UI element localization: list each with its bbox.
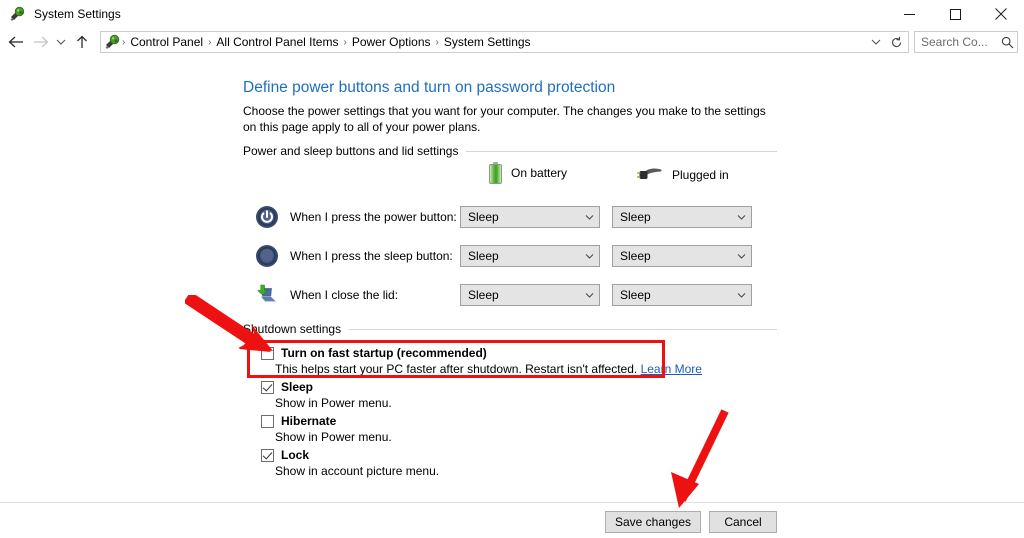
- setting-row-sleep-button: When I press the sleep button: Sleep Sle…: [255, 241, 752, 271]
- checkbox-label: Sleep: [281, 380, 314, 394]
- maximize-button[interactable]: [932, 0, 978, 28]
- chevron-down-icon: [731, 292, 751, 299]
- group-label: Power and sleep buttons and lid settings: [243, 144, 459, 158]
- lock-checkbox[interactable]: [261, 449, 274, 462]
- back-arrow-icon[interactable]: [4, 30, 28, 54]
- window-title-bar: System Settings: [0, 0, 1024, 28]
- dropdown-value: Sleep: [468, 249, 499, 263]
- address-dropdown-icon[interactable]: [866, 32, 886, 52]
- sleep-button-plugged-in-dropdown[interactable]: Sleep: [612, 245, 752, 267]
- checkbox-row-lock[interactable]: Lock: [261, 448, 309, 462]
- group-label: Shutdown settings: [243, 322, 342, 336]
- setting-label: When I close the lid:: [290, 288, 399, 302]
- fast-startup-description: This helps start your PC faster after sh…: [275, 362, 702, 376]
- group-header-power-sleep-lid: Power and sleep buttons and lid settings: [243, 144, 777, 158]
- setting-label: When I press the power button:: [290, 210, 457, 224]
- chevron-down-icon: [731, 214, 751, 221]
- address-bar[interactable]: › Control Panel › All Control Panel Item…: [100, 31, 909, 53]
- dropdown-value: Sleep: [620, 288, 651, 302]
- dropdown-value: Sleep: [468, 288, 499, 302]
- dropdown-value: Sleep: [620, 210, 651, 224]
- description-text: This helps start your PC faster after sh…: [275, 362, 638, 376]
- search-icon[interactable]: [997, 36, 1017, 49]
- sleep-description: Show in Power menu.: [275, 396, 392, 410]
- close-button[interactable]: [978, 0, 1024, 28]
- group-header-shutdown-settings: Shutdown settings: [243, 322, 777, 336]
- column-label: Plugged in: [672, 168, 729, 182]
- window-title: System Settings: [34, 7, 121, 21]
- recent-locations-chevron-icon[interactable]: [52, 30, 70, 54]
- breadcrumb-item-control-panel[interactable]: Control Panel: [125, 35, 208, 49]
- close-lid-icon: [255, 283, 279, 307]
- column-header-on-battery: On battery: [489, 162, 567, 184]
- page-title: Define power buttons and turn on passwor…: [243, 79, 616, 96]
- battery-icon: [489, 162, 502, 184]
- power-button-on-battery-dropdown[interactable]: Sleep: [460, 206, 600, 228]
- chevron-down-icon: [579, 292, 599, 299]
- checkbox-row-fast-startup[interactable]: Turn on fast startup (recommended): [261, 346, 487, 360]
- setting-label: When I press the sleep button:: [290, 249, 453, 263]
- close-lid-plugged-in-dropdown[interactable]: Sleep: [612, 284, 752, 306]
- chevron-down-icon: [731, 253, 751, 260]
- refresh-icon[interactable]: [886, 32, 906, 52]
- dropdown-value: Sleep: [468, 210, 499, 224]
- power-button-plugged-in-dropdown[interactable]: Sleep: [612, 206, 752, 228]
- checkbox-row-sleep[interactable]: Sleep: [261, 380, 313, 394]
- sleep-checkbox[interactable]: [261, 381, 274, 394]
- group-divider: [466, 150, 777, 152]
- breadcrumb-item-all-control-panel-items[interactable]: All Control Panel Items: [211, 35, 343, 49]
- window-controls: [886, 0, 1024, 28]
- setting-row-close-lid: When I close the lid: Sleep Sleep: [255, 280, 752, 310]
- checkbox-row-hibernate[interactable]: Hibernate: [261, 414, 336, 428]
- checkbox-label: Lock: [281, 448, 310, 462]
- column-label: On battery: [511, 166, 568, 180]
- power-plug-icon: [637, 166, 663, 184]
- page-description: Choose the power settings that you want …: [243, 104, 766, 134]
- minimize-button[interactable]: [886, 0, 932, 28]
- chevron-down-icon: [579, 214, 599, 221]
- settings-content: Define power buttons and turn on passwor…: [0, 56, 1024, 502]
- group-divider: [349, 328, 777, 330]
- learn-more-link[interactable]: Learn More: [641, 362, 702, 376]
- footer-bar: Save changes Cancel: [0, 503, 1024, 538]
- save-changes-button[interactable]: Save changes: [605, 511, 701, 533]
- setting-row-power-button: When I press the power button: Sleep Sle…: [255, 202, 752, 232]
- breadcrumb-item-system-settings[interactable]: System Settings: [439, 35, 536, 49]
- search-input-value[interactable]: Search Co...: [915, 35, 997, 49]
- navigation-bar: › Control Panel › All Control Panel Item…: [0, 28, 1024, 56]
- checkbox-label: Hibernate: [281, 414, 337, 428]
- close-lid-on-battery-dropdown[interactable]: Sleep: [460, 284, 600, 306]
- breadcrumb-system-settings-icon: [104, 34, 120, 50]
- forward-arrow-icon: [28, 30, 52, 54]
- power-button-icon: [255, 205, 279, 229]
- lock-description: Show in account picture menu.: [275, 464, 440, 478]
- hibernate-checkbox[interactable]: [261, 415, 274, 428]
- column-header-plugged-in: Plugged in: [637, 166, 729, 184]
- up-arrow-icon[interactable]: [70, 30, 94, 54]
- cancel-button[interactable]: Cancel: [709, 511, 777, 533]
- sleep-button-on-battery-dropdown[interactable]: Sleep: [460, 245, 600, 267]
- search-input[interactable]: Search Co...: [914, 31, 1018, 53]
- system-settings-icon: [9, 6, 25, 22]
- chevron-down-icon: [579, 253, 599, 260]
- hibernate-description: Show in Power menu.: [275, 430, 392, 444]
- checkbox-label: Turn on fast startup (recommended): [281, 346, 487, 360]
- sleep-button-icon: [255, 244, 279, 268]
- fast-startup-checkbox[interactable]: [261, 347, 274, 360]
- breadcrumb-item-power-options[interactable]: Power Options: [347, 35, 436, 49]
- dropdown-value: Sleep: [620, 249, 651, 263]
